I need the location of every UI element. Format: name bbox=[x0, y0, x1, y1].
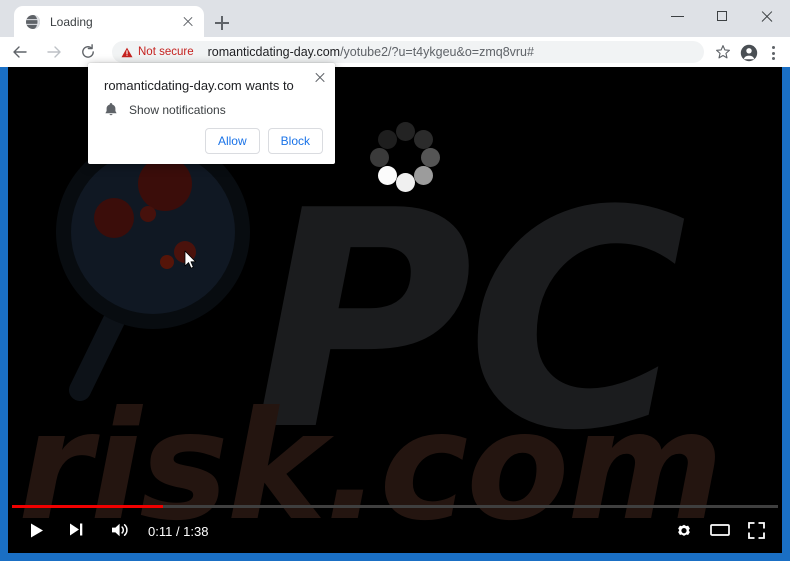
fullscreen-icon[interactable] bbox=[738, 513, 774, 549]
forward-arrow-icon[interactable] bbox=[40, 38, 68, 66]
three-dots-menu-icon[interactable] bbox=[762, 39, 784, 65]
browser-tab[interactable]: Loading bbox=[14, 6, 204, 37]
mouse-pointer-icon bbox=[184, 250, 197, 270]
maximize-icon[interactable] bbox=[700, 0, 745, 32]
tab-strip: Loading bbox=[8, 0, 608, 37]
star-icon[interactable] bbox=[710, 39, 736, 65]
next-track-icon[interactable] bbox=[58, 513, 94, 549]
profile-avatar-icon[interactable] bbox=[736, 39, 762, 65]
magnifying-glass-icon bbox=[50, 122, 280, 422]
bell-icon bbox=[104, 102, 118, 117]
dialog-title: romanticdating-day.com wants to bbox=[104, 78, 294, 93]
allow-button[interactable]: Allow bbox=[204, 128, 260, 154]
warning-triangle-icon bbox=[121, 47, 133, 58]
video-time-label: 0:11 / 1:38 bbox=[148, 523, 209, 539]
back-arrow-icon[interactable] bbox=[6, 38, 34, 66]
security-badge-label: Not secure bbox=[138, 46, 194, 58]
dialog-actions: Allow Block bbox=[204, 128, 323, 154]
new-tab-button[interactable] bbox=[210, 11, 234, 35]
globe-icon bbox=[25, 14, 41, 30]
loading-spinner-icon bbox=[370, 122, 440, 192]
address-bar[interactable]: Not secure romanticdating-day.com/yotube… bbox=[112, 41, 704, 63]
window-controls bbox=[655, 0, 790, 37]
gear-icon[interactable] bbox=[666, 513, 702, 549]
minimize-icon[interactable] bbox=[655, 0, 700, 32]
theater-mode-icon[interactable] bbox=[702, 513, 738, 549]
play-icon[interactable] bbox=[18, 513, 54, 549]
volume-icon[interactable] bbox=[102, 513, 138, 549]
url-host: romanticdating-day.com bbox=[207, 45, 341, 59]
reload-icon[interactable] bbox=[74, 38, 102, 66]
close-icon[interactable] bbox=[312, 69, 328, 85]
browser-window: Loading Not secure romanticdating-day.co… bbox=[0, 0, 790, 561]
progress-played bbox=[12, 505, 163, 508]
permission-row: Show notifications bbox=[104, 102, 226, 117]
video-controls-bar: 0:11 / 1:38 bbox=[8, 509, 782, 553]
notification-permission-dialog: romanticdating-day.com wants to Show not… bbox=[88, 63, 335, 164]
title-bar: Loading bbox=[0, 0, 790, 37]
tab-close-icon[interactable] bbox=[180, 14, 196, 30]
block-button[interactable]: Block bbox=[267, 128, 323, 154]
url-path: /yotube2/?u=t4ykgeu&o=zmq8vru# bbox=[340, 45, 534, 59]
security-badge[interactable]: Not secure bbox=[116, 42, 202, 62]
close-icon[interactable] bbox=[745, 0, 790, 32]
permission-label: Show notifications bbox=[129, 102, 226, 117]
url-text: romanticdating-day.com/yotube2/?u=t4ykge… bbox=[208, 45, 694, 59]
tab-title: Loading bbox=[50, 14, 93, 29]
